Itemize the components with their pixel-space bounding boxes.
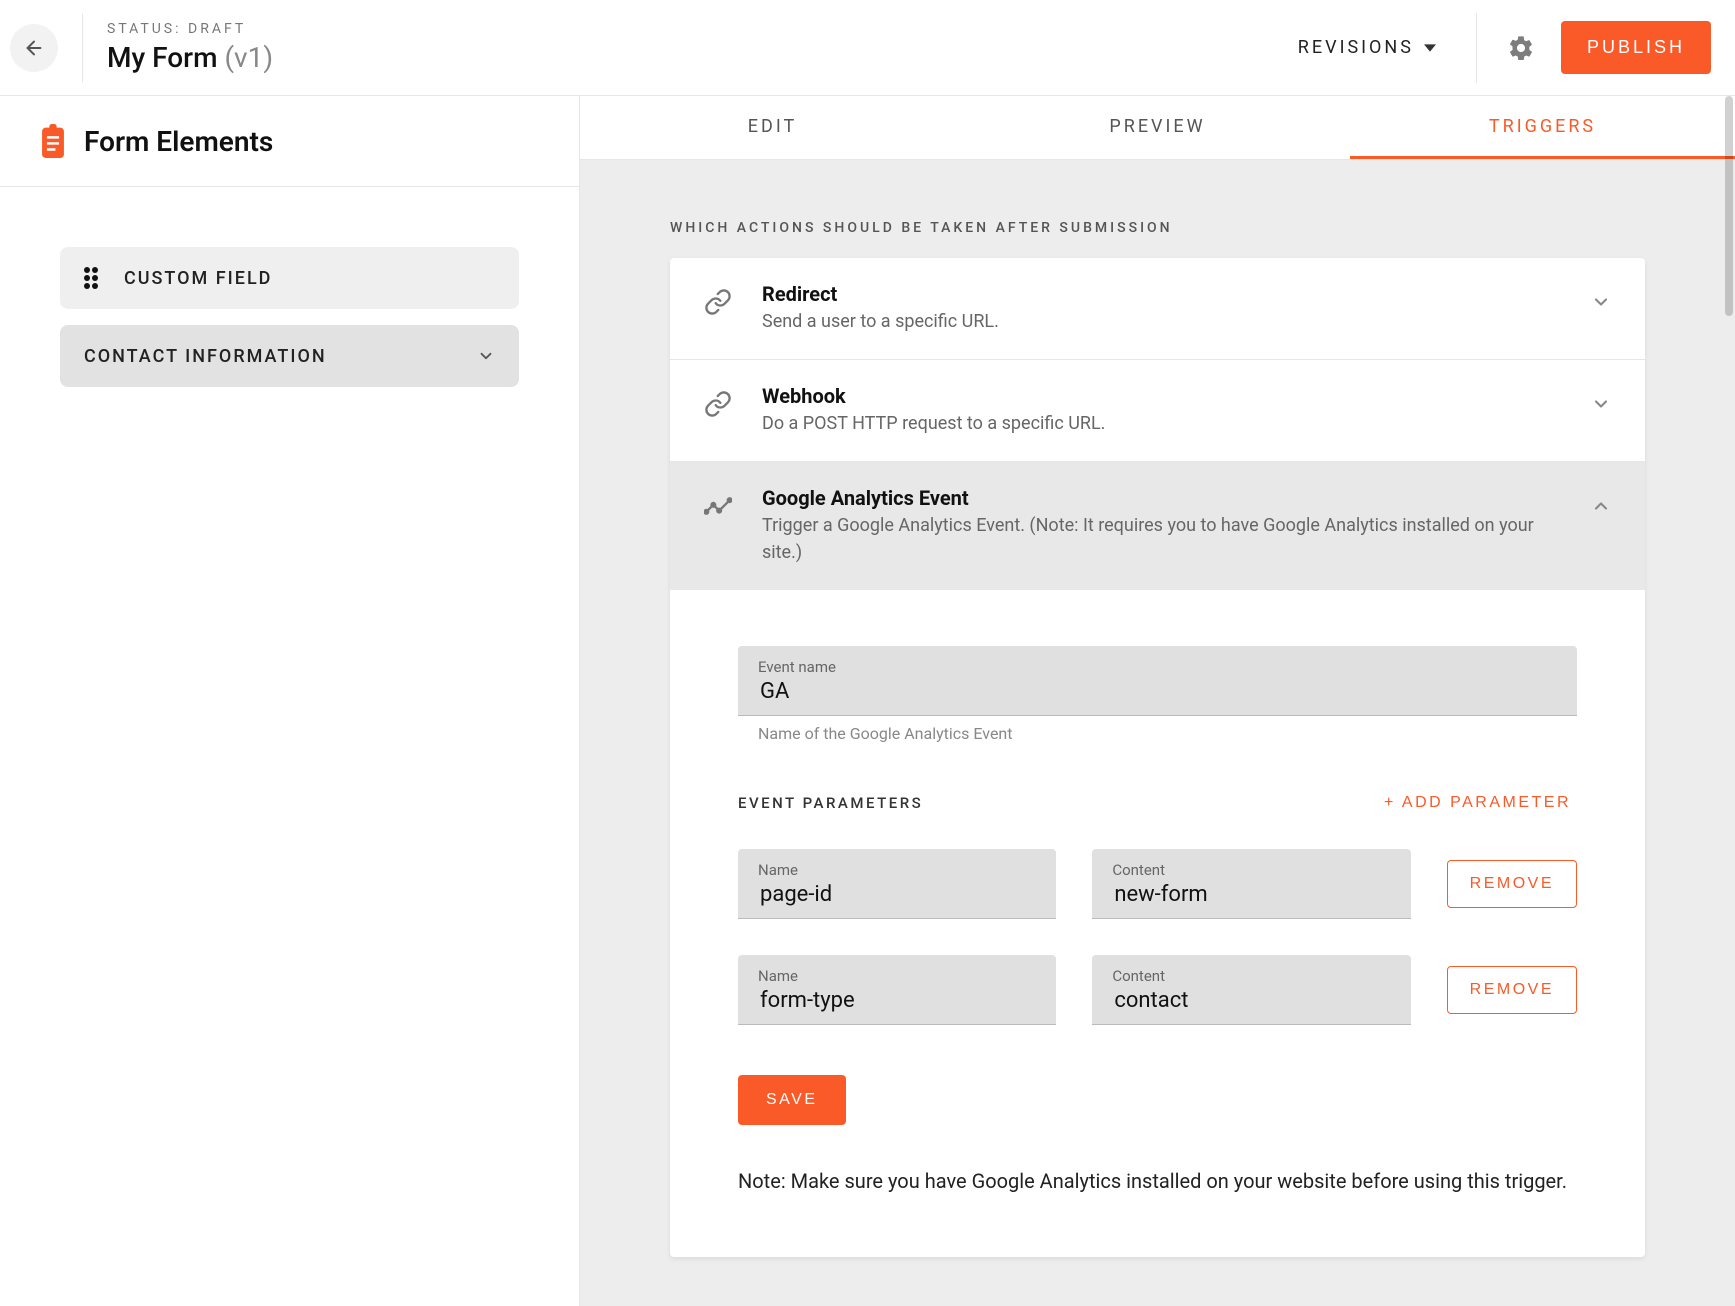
tab-bar: EDIT PREVIEW TRIGGERS (580, 96, 1735, 160)
chevron-up-icon (1591, 496, 1611, 516)
collapse-toggle[interactable] (1591, 496, 1611, 520)
field-label: Name (758, 861, 1036, 879)
sidebar-header: Form Elements (0, 96, 579, 187)
tab-triggers[interactable]: TRIGGERS (1350, 96, 1735, 159)
status-value: DRAFT (188, 21, 246, 37)
form-name: My Form (107, 41, 217, 74)
remove-parameter-button[interactable]: REMOVE (1447, 966, 1577, 1014)
trigger-title: Redirect (762, 282, 1563, 306)
sidebar: Form Elements CUSTOM FIELD CONTACT INFOR… (0, 96, 580, 1306)
trigger-description: Trigger a Google Analytics Event. (Note:… (762, 512, 1563, 566)
page-title: My Form (v1) (107, 41, 273, 74)
chevron-down-icon (1591, 292, 1611, 312)
clipboard-icon (38, 124, 68, 158)
param-content-field[interactable]: Content (1092, 955, 1410, 1025)
field-help: Name of the Google Analytics Event (738, 716, 1577, 743)
status-prefix: STATUS: (107, 21, 182, 37)
sidebar-title: Form Elements (84, 125, 273, 158)
trigger-title: Google Analytics Event (762, 486, 1563, 510)
trigger-ga-panel: Event name Name of the Google Analytics … (670, 590, 1645, 1257)
param-name-field[interactable]: Name (738, 849, 1056, 919)
trigger-note: Note: Make sure you have Google Analytic… (738, 1165, 1577, 1197)
main-panel: EDIT PREVIEW TRIGGERS WHICH ACTIONS SHOU… (580, 96, 1735, 1306)
tab-edit[interactable]: EDIT (580, 96, 965, 159)
event-name-field[interactable]: Event name (738, 646, 1577, 716)
chevron-down-icon (1591, 394, 1611, 414)
sidebar-item-label: CONTACT INFORMATION (84, 346, 453, 367)
trigger-row-webhook[interactable]: Webhook Do a POST HTTP request to a spec… (670, 360, 1645, 462)
param-row: Name Content REMOVE (738, 955, 1577, 1025)
trigger-list: Redirect Send a user to a specific URL. … (670, 258, 1645, 1257)
trigger-title: Webhook (762, 384, 1563, 408)
drag-handle-icon[interactable] (84, 267, 100, 289)
arrow-left-icon (23, 37, 45, 59)
title-block: STATUS: DRAFT My Form (v1) (107, 21, 273, 74)
param-content-input[interactable] (1112, 987, 1390, 1014)
params-heading: EVENT PARAMETERS (738, 794, 923, 812)
field-label: Content (1112, 861, 1390, 879)
revisions-label: REVISIONS (1298, 37, 1414, 58)
trigger-row-redirect[interactable]: Redirect Send a user to a specific URL. (670, 258, 1645, 360)
trigger-description: Do a POST HTTP request to a specific URL… (762, 410, 1563, 437)
param-content-input[interactable] (1112, 881, 1390, 908)
settings-button[interactable] (1499, 26, 1543, 70)
param-name-input[interactable] (758, 881, 1036, 908)
expand-toggle[interactable] (1591, 394, 1611, 418)
gear-icon (1507, 34, 1535, 62)
divider (82, 14, 83, 82)
param-name-field[interactable]: Name (738, 955, 1056, 1025)
main-content: WHICH ACTIONS SHOULD BE TAKEN AFTER SUBM… (580, 160, 1735, 1306)
sidebar-item-contact-information[interactable]: CONTACT INFORMATION (60, 325, 519, 387)
revisions-dropdown[interactable]: REVISIONS (1280, 25, 1454, 70)
remove-parameter-button[interactable]: REMOVE (1447, 860, 1577, 908)
trigger-row-ga[interactable]: Google Analytics Event Trigger a Google … (670, 462, 1645, 590)
event-name-input[interactable] (758, 678, 1557, 705)
sidebar-item-label: CUSTOM FIELD (124, 268, 272, 289)
caret-down-icon (1424, 42, 1436, 54)
publish-button[interactable]: PUBLISH (1561, 21, 1711, 74)
status-line: STATUS: DRAFT (107, 21, 273, 37)
field-label: Name (758, 967, 1036, 985)
sidebar-item-custom-field[interactable]: CUSTOM FIELD (60, 247, 519, 309)
tab-preview[interactable]: PREVIEW (965, 96, 1350, 159)
param-content-field[interactable]: Content (1092, 849, 1410, 919)
param-row: Name Content REMOVE (738, 849, 1577, 919)
analytics-icon (704, 492, 732, 520)
link-icon (704, 288, 732, 316)
field-label: Content (1112, 967, 1390, 985)
form-version: (v1) (224, 41, 273, 74)
app-header: STATUS: DRAFT My Form (v1) REVISIONS PUB… (0, 0, 1735, 96)
scrollbar[interactable] (1725, 96, 1733, 316)
save-button[interactable]: SAVE (738, 1075, 846, 1125)
back-button[interactable] (10, 24, 58, 72)
trigger-description: Send a user to a specific URL. (762, 308, 1563, 335)
section-heading: WHICH ACTIONS SHOULD BE TAKEN AFTER SUBM… (670, 220, 1645, 236)
param-name-input[interactable] (758, 987, 1036, 1014)
chevron-down-icon (477, 347, 495, 365)
expand-toggle[interactable] (1591, 292, 1611, 316)
field-label: Event name (758, 658, 1557, 676)
add-parameter-button[interactable]: + ADD PARAMETER (1378, 793, 1577, 813)
divider (1476, 13, 1477, 83)
link-icon (704, 390, 732, 418)
